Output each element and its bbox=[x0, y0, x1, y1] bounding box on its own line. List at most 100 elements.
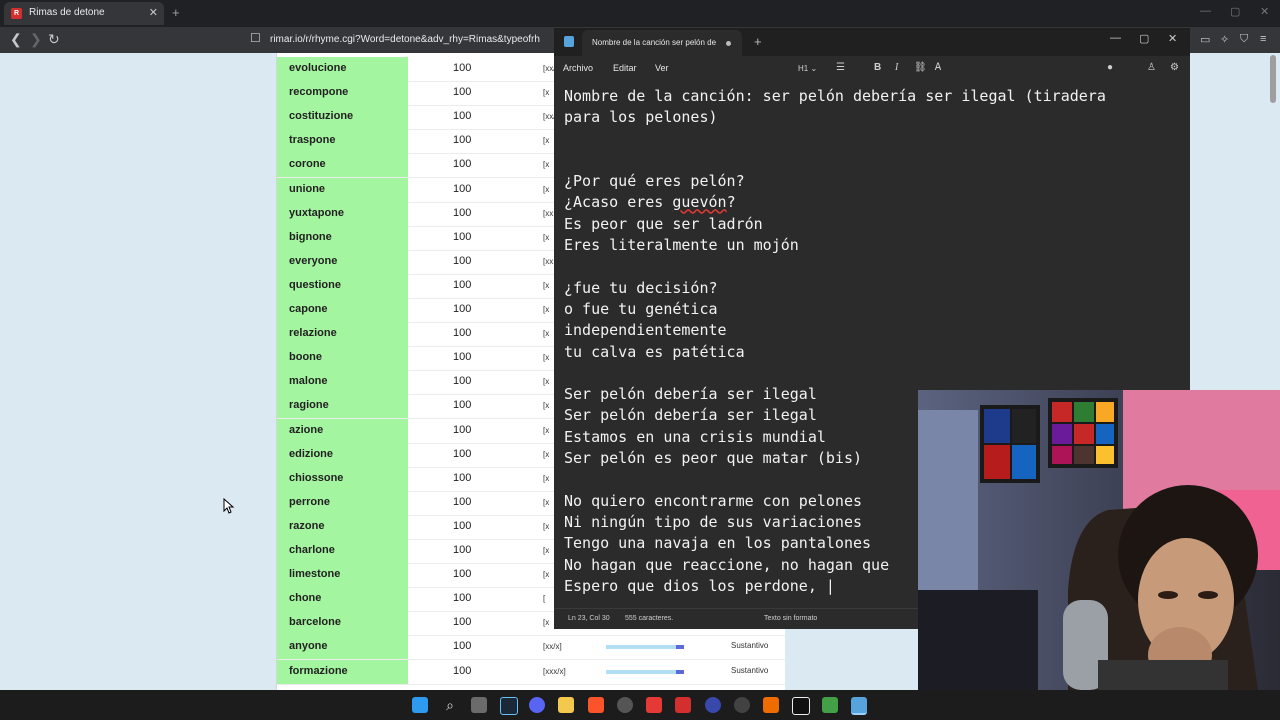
rhyme-score: 100 bbox=[453, 230, 472, 243]
rhyme-word[interactable]: bignone bbox=[289, 231, 332, 243]
app-orange-icon[interactable] bbox=[763, 697, 779, 713]
list-icon[interactable]: ☰ bbox=[836, 62, 845, 73]
rhyme-word[interactable]: formazione bbox=[289, 665, 348, 677]
heading-select[interactable]: H1 ⌄ bbox=[798, 64, 817, 73]
rhyme-word[interactable]: recompone bbox=[289, 86, 348, 98]
rhyme-word[interactable]: unione bbox=[289, 183, 325, 195]
shield-icon[interactable]: ⛉ bbox=[1240, 33, 1248, 46]
app-green-icon[interactable] bbox=[822, 697, 838, 713]
rhyme-score: 100 bbox=[453, 110, 472, 123]
rhyme-score: 100 bbox=[453, 62, 472, 74]
syllable-pattern: [x bbox=[543, 618, 550, 628]
text-line: ¿Acaso eres guevón? bbox=[564, 193, 736, 212]
discord-icon[interactable] bbox=[529, 697, 545, 713]
rhyme-score: 100 bbox=[453, 568, 472, 581]
rhyme-word[interactable]: traspone bbox=[289, 134, 335, 146]
mouse-cursor-icon bbox=[223, 498, 235, 514]
italic-button[interactable]: I bbox=[895, 62, 898, 73]
start-windows-icon[interactable] bbox=[412, 697, 428, 713]
app-red-icon[interactable] bbox=[646, 697, 662, 713]
rhyme-word[interactable]: edizione bbox=[289, 448, 333, 460]
task-view-icon[interactable] bbox=[471, 697, 487, 713]
notepad-taskbar-icon[interactable] bbox=[851, 697, 867, 715]
brave-browser-icon[interactable] bbox=[588, 697, 604, 713]
site-favicon-icon: R bbox=[11, 8, 22, 19]
misspelled-word[interactable]: guevón bbox=[672, 193, 726, 211]
app-blue-icon[interactable] bbox=[705, 697, 721, 713]
browser-tab[interactable]: R Rimas de detone ✕ bbox=[4, 2, 164, 25]
rhyme-word[interactable]: anyone bbox=[289, 640, 328, 652]
link-icon[interactable]: ⛓ bbox=[914, 62, 927, 73]
rhyme-word[interactable]: ragione bbox=[289, 399, 329, 411]
word-cell: charlone bbox=[277, 539, 408, 563]
menu-editar[interactable]: Editar bbox=[613, 63, 637, 73]
rhyme-word[interactable]: chiossone bbox=[289, 472, 343, 484]
rhyme-word[interactable]: perrone bbox=[289, 496, 330, 508]
rhyme-score: 100 bbox=[453, 375, 472, 388]
sparkle-icon[interactable]: ✧ bbox=[1220, 33, 1229, 46]
syllable-pattern: [x bbox=[543, 473, 550, 483]
sidebar-icon[interactable]: ▭ bbox=[1200, 33, 1210, 46]
rhyme-word[interactable]: evolucione bbox=[289, 62, 346, 74]
close-icon[interactable]: ✕ bbox=[1168, 32, 1177, 45]
minimize-icon[interactable]: — bbox=[1110, 32, 1121, 44]
syllable-pattern: [x bbox=[543, 136, 550, 146]
syllable-pattern: [x bbox=[543, 521, 550, 531]
reload-icon[interactable]: ↻ bbox=[48, 31, 60, 48]
close-browser-icon[interactable]: ✕ bbox=[1260, 5, 1269, 18]
rhyme-word[interactable]: corone bbox=[289, 158, 326, 170]
rhyme-word[interactable]: azione bbox=[289, 424, 323, 436]
menu-icon[interactable]: ≡ bbox=[1260, 33, 1266, 45]
menu-ver[interactable]: Ver bbox=[655, 63, 669, 73]
settings-gear-icon[interactable]: ⚙ bbox=[1170, 62, 1179, 73]
copilot-icon[interactable]: ● bbox=[1107, 62, 1113, 73]
character-count: 555 caracteres. bbox=[625, 615, 674, 622]
rhyme-word[interactable]: limestone bbox=[289, 568, 340, 580]
menu-archivo[interactable]: Archivo bbox=[563, 63, 593, 73]
tf-icon[interactable] bbox=[675, 697, 691, 713]
rhyme-word[interactable]: malone bbox=[289, 375, 328, 387]
close-tab-icon[interactable]: ✕ bbox=[149, 6, 158, 19]
text-line: Es peor que ser ladrón bbox=[564, 214, 763, 233]
new-notepad-tab-button[interactable]: + bbox=[754, 34, 762, 49]
page-scrollbar[interactable] bbox=[1270, 55, 1276, 103]
steam-icon[interactable] bbox=[500, 697, 518, 715]
word-type: Sustantivo bbox=[731, 665, 769, 675]
text-line: para los pelones) bbox=[564, 108, 718, 127]
back-icon[interactable]: ❮ bbox=[10, 31, 22, 48]
rhyme-score: 100 bbox=[453, 495, 472, 508]
clear-format-icon[interactable]: Ꭺ bbox=[935, 62, 942, 73]
rhyme-score: 100 bbox=[453, 86, 472, 99]
app-icon[interactable] bbox=[617, 697, 633, 713]
forward-icon[interactable]: ❯ bbox=[30, 31, 42, 48]
rhyme-word[interactable]: costituzione bbox=[289, 110, 353, 122]
unsaved-dot-icon[interactable] bbox=[726, 41, 731, 46]
syllable-pattern: [x bbox=[543, 570, 550, 580]
app-dark-icon[interactable] bbox=[792, 697, 810, 715]
url-field[interactable]: rimar.io/r/rhyme.cgi?Word=detone&adv_rhy… bbox=[270, 30, 570, 50]
account-icon[interactable]: ♙ bbox=[1147, 62, 1156, 73]
maximize-browser-icon[interactable]: ▢ bbox=[1230, 5, 1240, 18]
rhyme-word[interactable]: charlone bbox=[289, 544, 335, 556]
rhyme-word[interactable]: capone bbox=[289, 303, 328, 315]
rhyme-word[interactable]: yuxtapone bbox=[289, 207, 344, 219]
maximize-icon[interactable]: ▢ bbox=[1139, 32, 1149, 45]
rhyme-word[interactable]: questione bbox=[289, 279, 341, 291]
rhyme-word[interactable]: chone bbox=[289, 592, 321, 604]
rhyme-word[interactable]: razone bbox=[289, 520, 324, 532]
file-explorer-icon[interactable] bbox=[558, 697, 574, 713]
syllable-pattern: [ bbox=[543, 594, 546, 604]
new-tab-button[interactable]: + bbox=[172, 5, 180, 20]
minimize-browser-icon[interactable]: — bbox=[1200, 5, 1211, 17]
syllable-pattern: [x bbox=[543, 449, 550, 459]
rhyme-word[interactable]: barcelone bbox=[289, 616, 341, 628]
rhyme-word[interactable]: relazione bbox=[289, 327, 337, 339]
bookmark-icon[interactable]: ☐ bbox=[250, 31, 261, 45]
word-cell: yuxtapone bbox=[277, 201, 408, 226]
obs-icon[interactable] bbox=[734, 697, 750, 713]
notepad-tab[interactable]: Nombre de la canción ser pelón de bbox=[582, 30, 742, 56]
search-icon[interactable]: ⌕ bbox=[442, 697, 458, 713]
bold-button[interactable]: B bbox=[874, 62, 881, 73]
rhyme-word[interactable]: boone bbox=[289, 351, 322, 363]
rhyme-word[interactable]: everyone bbox=[289, 255, 337, 267]
